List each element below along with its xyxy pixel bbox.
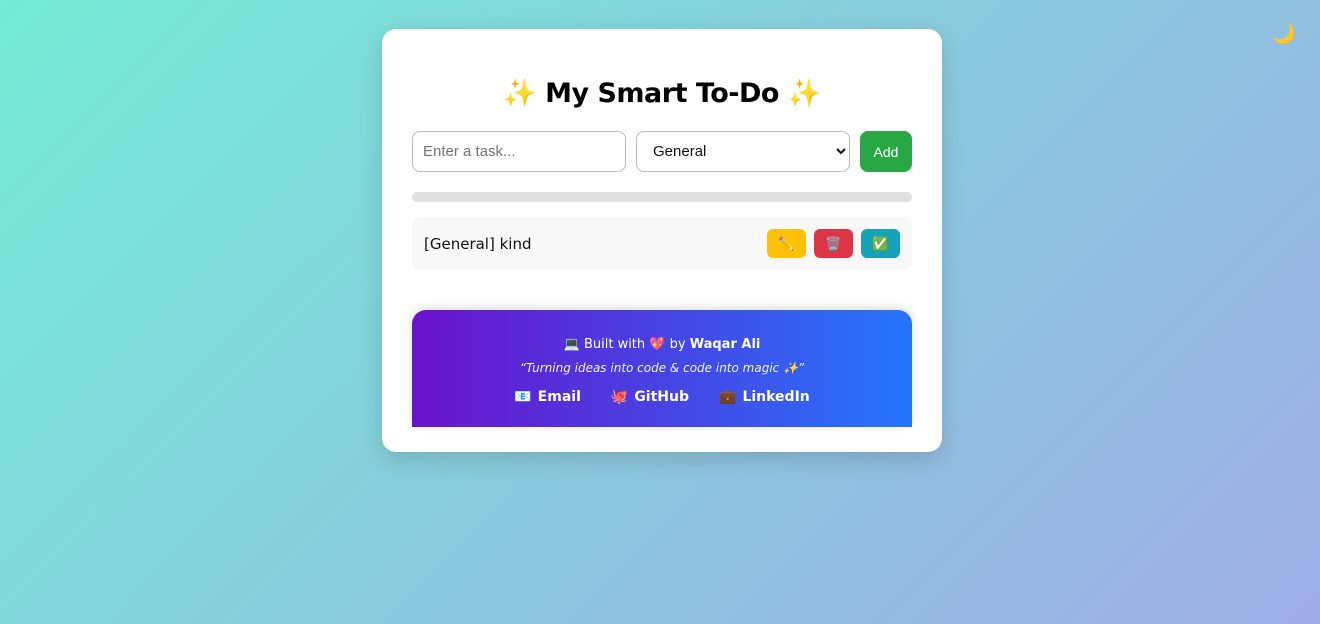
task-input[interactable] <box>412 131 626 172</box>
email-link-label: Email <box>537 389 581 405</box>
progress-bar <box>412 192 912 202</box>
author-name: Waqar Ali <box>689 337 761 352</box>
checkmark-icon: ✅ <box>872 236 889 251</box>
heart-icon: 💖 <box>649 337 666 352</box>
github-link[interactable]: 🐙 GitHub <box>611 387 689 407</box>
footer-links: 📧 Email 🐙 GitHub 💼 LinkedIn <box>412 387 912 407</box>
email-link[interactable]: 📧 Email <box>514 387 581 407</box>
trash-icon: 🗑️ <box>825 236 842 251</box>
footer-quote: “Turning ideas into code & code into mag… <box>519 361 805 375</box>
github-link-label: GitHub <box>634 389 689 405</box>
task-text: [General] kind <box>424 234 532 253</box>
category-select[interactable]: General <box>636 131 850 172</box>
theme-toggle-moon-icon[interactable]: 🌙 <box>1272 22 1296 46</box>
octopus-icon: 🐙 <box>610 389 629 405</box>
by-text: by <box>669 337 686 352</box>
footer: 💻 Built with 💖 by Waqar Ali “Turning ide… <box>412 310 912 427</box>
briefcase-icon: 💼 <box>719 389 737 405</box>
footer-credit: 💻 Built with 💖 by Waqar Ali <box>412 336 912 354</box>
linkedin-link[interactable]: 💼 LinkedIn <box>719 387 810 407</box>
linkedin-link-label: LinkedIn <box>742 389 810 405</box>
delete-task-button[interactable]: 🗑️ <box>814 229 853 258</box>
task-actions: ✏️ 🗑️ ✅ <box>767 229 900 258</box>
page-title: ✨ My Smart To-Do ✨ <box>503 78 821 109</box>
add-button[interactable]: Add <box>860 131 912 172</box>
task-item: [General] kind ✏️ 🗑️ ✅ <box>412 217 912 270</box>
todo-card: ✨ My Smart To-Do ✨ General Add [General]… <box>382 29 942 452</box>
envelope-icon: 📧 <box>514 389 532 405</box>
built-with-text: Built with <box>583 337 646 352</box>
edit-task-button[interactable]: ✏️ <box>767 229 806 258</box>
pencil-icon: ✏️ <box>778 236 795 251</box>
laptop-icon: 💻 <box>563 337 580 352</box>
add-task-form: General Add <box>412 131 912 172</box>
complete-task-button[interactable]: ✅ <box>861 229 900 258</box>
